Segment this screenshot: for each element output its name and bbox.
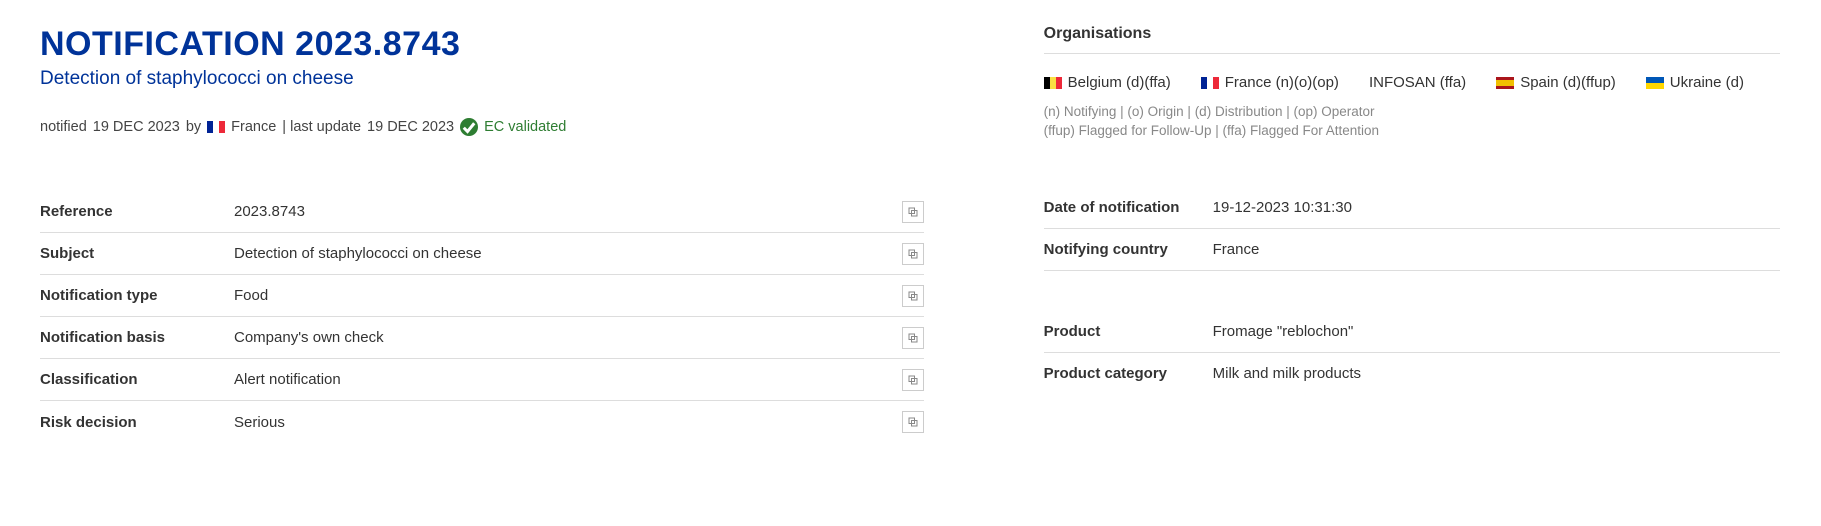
org-text: Spain (d)(ffup)	[1520, 74, 1616, 91]
label-product-category: Product category	[1044, 355, 1209, 392]
org-item-belgium: Belgium (d)(ffa)	[1044, 74, 1171, 91]
notification-title: NOTIFICATION 2023.8743	[40, 25, 924, 64]
notification-subtitle: Detection of staphylococci on cheese	[40, 68, 924, 90]
france-flag-icon	[207, 121, 225, 133]
label-notification-basis: Notification basis	[40, 319, 230, 356]
row-product-category: Product category Milk and milk products	[1044, 353, 1780, 395]
organisations-list: Belgium (d)(ffa) France (n)(o)(op) INFOS…	[1044, 74, 1780, 91]
org-item-france: France (n)(o)(op)	[1201, 74, 1339, 91]
copy-icon	[907, 248, 919, 260]
label-notifying-country: Notifying country	[1044, 231, 1209, 268]
value-product-category: Milk and milk products	[1209, 355, 1780, 392]
legend-line-1: (n) Notifying | (o) Origin | (d) Distrib…	[1044, 103, 1780, 122]
row-notifying-country: Notifying country France	[1044, 229, 1780, 271]
value-reference: 2023.8743	[230, 193, 896, 230]
meta-date: 19 DEC 2023	[93, 119, 180, 135]
copy-notification-type-button[interactable]	[902, 285, 924, 307]
org-text: Ukraine (d)	[1670, 74, 1744, 91]
org-text: Belgium (d)(ffa)	[1068, 74, 1171, 91]
value-subject: Detection of staphylococci on cheese	[230, 235, 896, 272]
label-product: Product	[1044, 313, 1209, 350]
value-notifying-country: France	[1209, 231, 1780, 268]
france-flag-icon	[1201, 77, 1219, 89]
label-reference: Reference	[40, 193, 230, 230]
row-date-notification: Date of notification 19-12-2023 10:31:30	[1044, 187, 1780, 229]
row-product: Product Fromage "reblochon"	[1044, 311, 1780, 353]
validated-text: EC validated	[484, 119, 566, 135]
org-text: INFOSAN (ffa)	[1369, 74, 1466, 91]
meta-country: France	[231, 119, 276, 135]
organisations-legend: (n) Notifying | (o) Origin | (d) Distrib…	[1044, 103, 1780, 141]
meta-line: notified 19 DEC 2023 by France | last up…	[40, 118, 924, 136]
value-classification: Alert notification	[230, 361, 896, 398]
label-classification: Classification	[40, 361, 230, 398]
org-item-infosan: INFOSAN (ffa)	[1369, 74, 1466, 91]
validated-check-icon	[460, 118, 478, 136]
label-date-notification: Date of notification	[1044, 189, 1209, 226]
org-item-spain: Spain (d)(ffup)	[1496, 74, 1616, 91]
copy-icon	[907, 206, 919, 218]
organisations-heading: Organisations	[1044, 25, 1780, 54]
value-notification-type: Food	[230, 277, 896, 314]
org-text: France (n)(o)(op)	[1225, 74, 1339, 91]
copy-notification-basis-button[interactable]	[902, 327, 924, 349]
left-fields-table: Reference 2023.8743 Subject Detection of…	[40, 191, 924, 443]
copy-reference-button[interactable]	[902, 201, 924, 223]
belgium-flag-icon	[1044, 77, 1062, 89]
meta-update-date: 19 DEC 2023	[367, 119, 454, 135]
meta-by: by	[186, 119, 201, 135]
copy-icon	[907, 374, 919, 386]
copy-risk-decision-button[interactable]	[902, 411, 924, 433]
copy-icon	[907, 290, 919, 302]
value-date-notification: 19-12-2023 10:31:30	[1209, 189, 1780, 226]
value-notification-basis: Company's own check	[230, 319, 896, 356]
meta-update-prefix: | last update	[282, 119, 361, 135]
legend-line-2: (ffup) Flagged for Follow-Up | (ffa) Fla…	[1044, 122, 1780, 141]
right-fields-table: Date of notification 19-12-2023 10:31:30…	[1044, 187, 1780, 395]
spain-flag-icon	[1496, 77, 1514, 89]
ukraine-flag-icon	[1646, 77, 1664, 89]
label-risk-decision: Risk decision	[40, 404, 230, 441]
row-subject: Subject Detection of staphylococci on ch…	[40, 233, 924, 275]
label-notification-type: Notification type	[40, 277, 230, 314]
copy-icon	[907, 332, 919, 344]
copy-icon	[907, 416, 919, 428]
copy-subject-button[interactable]	[902, 243, 924, 265]
label-subject: Subject	[40, 235, 230, 272]
value-product: Fromage "reblochon"	[1209, 313, 1780, 350]
row-risk-decision: Risk decision Serious	[40, 401, 924, 443]
copy-classification-button[interactable]	[902, 369, 924, 391]
row-notification-basis: Notification basis Company's own check	[40, 317, 924, 359]
value-risk-decision: Serious	[230, 404, 896, 441]
row-classification: Classification Alert notification	[40, 359, 924, 401]
row-notification-type: Notification type Food	[40, 275, 924, 317]
meta-prefix: notified	[40, 119, 87, 135]
row-reference: Reference 2023.8743	[40, 191, 924, 233]
org-item-ukraine: Ukraine (d)	[1646, 74, 1744, 91]
